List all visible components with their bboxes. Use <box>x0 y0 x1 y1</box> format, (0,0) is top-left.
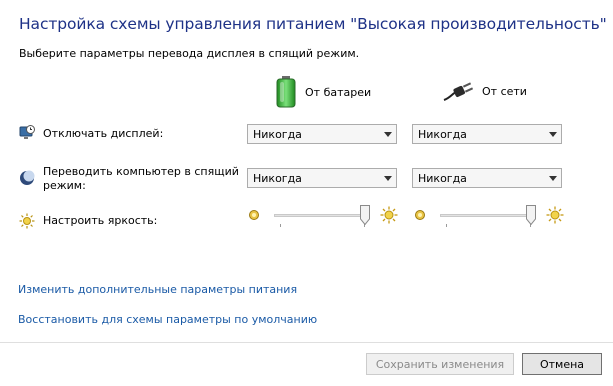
slider-thumb[interactable] <box>360 205 370 225</box>
page-subtitle: Выберите параметры перевода дисплея в сп… <box>19 47 360 60</box>
restore-defaults-link[interactable]: Восстановить для схемы параметры по умол… <box>18 313 317 326</box>
column-header-ac: От сети <box>442 80 527 102</box>
slider-tick <box>280 224 281 227</box>
sun-brightness-icon <box>19 213 35 229</box>
sleep-label-line2: режим: <box>43 179 86 192</box>
sleep-battery-value: Никогда <box>253 171 302 185</box>
sleep-label-line1: Переводить компьютер в спящий <box>43 165 239 178</box>
footer-bar: Сохранить изменения Отмена <box>0 342 613 386</box>
sleep-ac-select[interactable]: Никогда <box>412 168 562 188</box>
sun-dim-icon <box>249 210 259 220</box>
brightness-ac-slider[interactable] <box>414 204 564 230</box>
brightness-label: Настроить яркость: <box>43 214 158 227</box>
chevron-down-icon <box>380 169 396 187</box>
save-button[interactable]: Сохранить изменения <box>366 353 514 375</box>
battery-icon <box>276 76 296 108</box>
chevron-down-icon <box>545 125 561 143</box>
monitor-clock-icon <box>19 125 35 139</box>
sun-bright-icon <box>546 206 564 224</box>
display-off-ac-select[interactable]: Никогда <box>412 124 562 144</box>
brightness-battery-slider[interactable] <box>248 204 398 230</box>
slider-tick <box>446 224 447 227</box>
column-label-battery: От батареи <box>305 85 372 99</box>
sleep-label: Переводить компьютер в спящий режим: <box>43 165 239 193</box>
advanced-settings-link[interactable]: Изменить дополнительные параметры питани… <box>18 283 297 296</box>
column-header-battery: От батареи <box>275 76 371 108</box>
slider-thumb[interactable] <box>526 205 536 225</box>
display-off-battery-value: Никогда <box>253 127 302 141</box>
sun-dim-icon <box>415 210 425 220</box>
sun-bright-icon <box>380 206 398 224</box>
display-off-ac-value: Никогда <box>418 127 467 141</box>
sleep-battery-select[interactable]: Никогда <box>247 168 397 188</box>
sleep-ac-value: Никогда <box>418 171 467 185</box>
chevron-down-icon <box>380 125 396 143</box>
page-title: Настройка схемы управления питанием "Выс… <box>19 15 607 33</box>
moon-sleep-icon <box>20 170 35 185</box>
display-off-label: Отключать дисплей: <box>43 127 164 140</box>
column-label-ac: От сети <box>482 84 527 98</box>
power-plug-icon <box>443 82 474 101</box>
cancel-button[interactable]: Отмена <box>522 353 602 375</box>
chevron-down-icon <box>545 169 561 187</box>
display-off-battery-select[interactable]: Никогда <box>247 124 397 144</box>
slider-track <box>274 214 370 217</box>
slider-track <box>440 214 536 217</box>
